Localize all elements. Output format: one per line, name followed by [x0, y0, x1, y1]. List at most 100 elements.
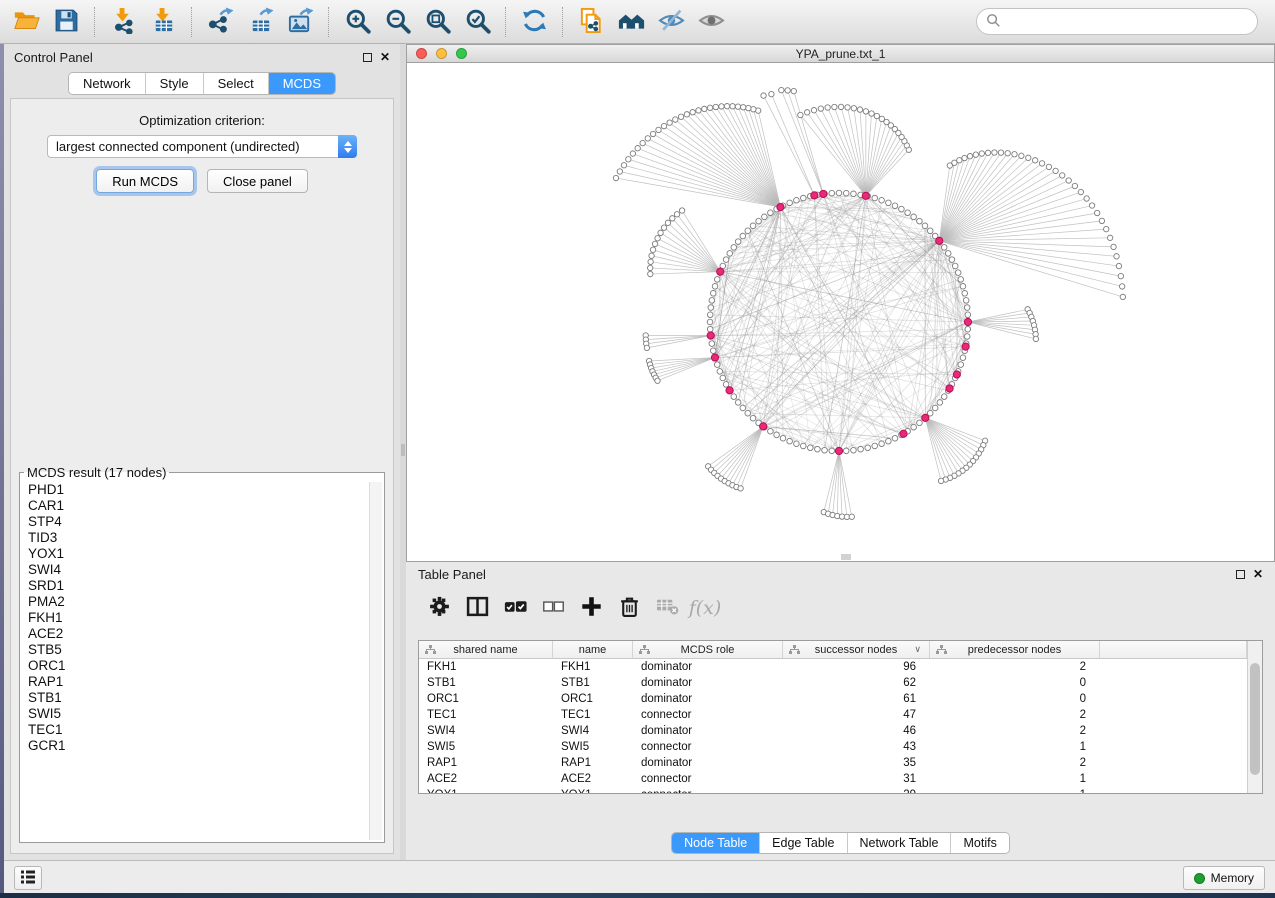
leaf-node[interactable]	[648, 271, 653, 276]
cell-predecessor-nodes[interactable]: 1	[930, 787, 1100, 793]
cell-name[interactable]: RAP1	[553, 755, 633, 771]
export-table-button[interactable]	[242, 5, 278, 39]
mcds-node[interactable]	[777, 203, 784, 210]
go-home-button[interactable]	[613, 5, 649, 39]
ring-node[interactable]	[941, 394, 947, 400]
table-scrollbar-thumb[interactable]	[1250, 663, 1260, 775]
splitter-grip[interactable]	[401, 444, 405, 456]
cell-successor-nodes[interactable]: 43	[783, 739, 930, 755]
ring-node[interactable]	[941, 245, 947, 251]
mcds-result-item[interactable]: TID3	[22, 530, 369, 546]
cell-successor-nodes[interactable]: 61	[783, 691, 930, 707]
leaf-node[interactable]	[648, 259, 653, 264]
ring-node[interactable]	[917, 218, 923, 224]
ring-node[interactable]	[768, 210, 774, 216]
cell-successor-nodes[interactable]: 47	[783, 707, 930, 723]
leaf-node[interactable]	[673, 117, 678, 122]
ring-node[interactable]	[911, 214, 917, 220]
clone-network-button[interactable]	[573, 5, 609, 39]
table-row[interactable]: YOX1YOX1connector291	[419, 787, 1247, 793]
mcds-node[interactable]	[717, 268, 724, 275]
split-columns-button[interactable]	[460, 592, 494, 624]
cell-shared-name[interactable]: SWI5	[419, 739, 553, 755]
ring-node[interactable]	[886, 200, 892, 206]
leaf-node[interactable]	[674, 212, 679, 217]
leaf-node[interactable]	[863, 109, 868, 114]
ring-node[interactable]	[886, 438, 892, 444]
save-session-button[interactable]	[48, 5, 84, 39]
leaf-node[interactable]	[967, 153, 972, 158]
ring-node[interactable]	[745, 228, 751, 234]
ring-node[interactable]	[963, 298, 969, 304]
ring-node[interactable]	[927, 228, 933, 234]
ring-node[interactable]	[829, 448, 835, 454]
leaf-node[interactable]	[1120, 294, 1125, 299]
mcds-result-item[interactable]: RAP1	[22, 674, 369, 690]
leaf-node[interactable]	[690, 110, 695, 115]
leaf-node[interactable]	[973, 152, 978, 157]
mcds-node[interactable]	[820, 190, 827, 197]
ring-node[interactable]	[892, 435, 898, 441]
ring-node[interactable]	[922, 223, 928, 229]
ring-node[interactable]	[717, 369, 723, 375]
ring-node[interactable]	[735, 400, 741, 406]
network-canvas[interactable]	[407, 63, 1274, 561]
leaf-node[interactable]	[998, 150, 1003, 155]
cell-predecessor-nodes[interactable]: 2	[930, 707, 1100, 723]
ring-node[interactable]	[709, 341, 715, 347]
mcds-result-item[interactable]: CAR1	[22, 498, 369, 514]
ring-node[interactable]	[723, 382, 729, 388]
ring-node[interactable]	[851, 191, 857, 197]
leaf-node[interactable]	[713, 104, 718, 109]
leaf-node[interactable]	[645, 136, 650, 141]
tab-select[interactable]: Select	[203, 73, 268, 94]
cell-shared-name[interactable]: YOX1	[419, 787, 553, 793]
ring-node[interactable]	[962, 290, 968, 296]
ring-node[interactable]	[937, 400, 943, 406]
leaf-node[interactable]	[617, 169, 622, 174]
cell-predecessor-nodes[interactable]: 2	[930, 659, 1100, 675]
leaf-node[interactable]	[630, 151, 635, 156]
leaf-node[interactable]	[1060, 173, 1065, 178]
mcds-node[interactable]	[760, 423, 767, 430]
network-graph[interactable]	[407, 63, 1274, 561]
gear-button[interactable]	[422, 592, 456, 624]
leaf-node[interactable]	[1078, 189, 1083, 194]
leaf-node[interactable]	[613, 175, 618, 180]
ring-node[interactable]	[843, 190, 849, 196]
show-all-button[interactable]	[693, 5, 729, 39]
ring-node[interactable]	[707, 319, 713, 325]
cell-successor-nodes[interactable]: 29	[783, 787, 930, 793]
leaf-node[interactable]	[1084, 196, 1089, 201]
table-row[interactable]: TEC1TEC1connector472	[419, 707, 1247, 723]
leaf-node[interactable]	[1019, 153, 1024, 158]
cell-name[interactable]: ACE2	[553, 771, 633, 787]
leaf-node[interactable]	[746, 105, 751, 110]
mcds-node[interactable]	[962, 343, 969, 350]
mcds-result-item[interactable]: YOX1	[22, 546, 369, 562]
mcds-node[interactable]	[936, 237, 943, 244]
leaf-node[interactable]	[1066, 178, 1071, 183]
deselect-all-button[interactable]	[536, 592, 570, 624]
zoom-in-button[interactable]	[339, 5, 375, 39]
close-panel-icon[interactable]: ✕	[380, 51, 390, 63]
search-field[interactable]	[976, 8, 1258, 35]
leaf-node[interactable]	[649, 253, 654, 258]
ring-node[interactable]	[958, 277, 964, 283]
ring-node[interactable]	[836, 190, 842, 196]
table-row[interactable]: RAP1RAP1dominator352	[419, 755, 1247, 771]
cell-name[interactable]: SWI5	[553, 739, 633, 755]
ring-node[interactable]	[964, 305, 970, 311]
mcds-node[interactable]	[922, 414, 929, 421]
ring-node[interactable]	[709, 298, 715, 304]
cell-successor-nodes[interactable]: 31	[783, 771, 930, 787]
cell-MCDS-role[interactable]: connector	[633, 787, 783, 793]
leaf-node[interactable]	[696, 108, 701, 113]
cell-successor-nodes[interactable]: 35	[783, 755, 930, 771]
leaf-node[interactable]	[650, 131, 655, 136]
leaf-node[interactable]	[1033, 336, 1038, 341]
leaf-node[interactable]	[838, 104, 843, 109]
mcds-node[interactable]	[835, 447, 842, 454]
leaf-node[interactable]	[879, 116, 884, 121]
leaf-node[interactable]	[791, 88, 796, 93]
